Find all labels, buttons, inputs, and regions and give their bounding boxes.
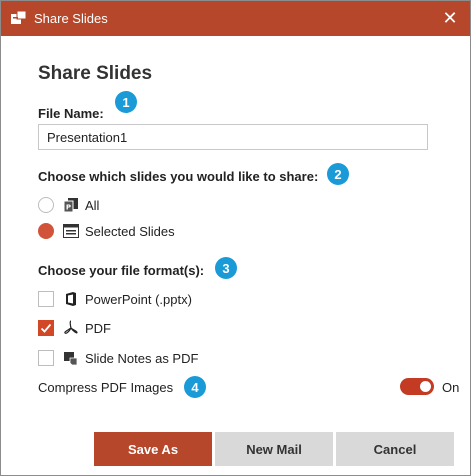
step-badge-1: 1 bbox=[115, 91, 137, 113]
cancel-button[interactable]: Cancel bbox=[336, 432, 454, 466]
checkbox[interactable] bbox=[38, 350, 54, 366]
close-icon[interactable]: ✕ bbox=[430, 1, 470, 36]
svg-text:P: P bbox=[66, 204, 71, 212]
checkbox-slide-notes[interactable]: Slide Notes as PDF bbox=[38, 347, 198, 369]
file-name-input[interactable] bbox=[38, 124, 428, 150]
compress-pdf-label: Compress PDF Images bbox=[38, 380, 174, 395]
checkbox-powerpoint[interactable]: PowerPoint (.pptx) bbox=[38, 288, 192, 310]
checkbox-pdf[interactable]: PDF bbox=[38, 317, 111, 339]
checkbox-label: PDF bbox=[85, 320, 111, 336]
new-mail-button[interactable]: New Mail bbox=[215, 432, 333, 466]
powerpoint-slides-icon: P bbox=[62, 196, 80, 214]
checkbox[interactable] bbox=[38, 291, 54, 307]
checkbox-label: Slide Notes as PDF bbox=[85, 350, 199, 366]
share-slides-app-icon bbox=[11, 10, 27, 24]
radio-label: Selected Slides bbox=[85, 223, 175, 239]
radio-selected-slides[interactable]: Selected Slides bbox=[38, 220, 175, 242]
checkbox-label: PowerPoint (.pptx) bbox=[85, 291, 192, 307]
radio-button[interactable] bbox=[38, 197, 54, 213]
step-badge-2: 2 bbox=[327, 163, 349, 185]
save-as-button[interactable]: Save As bbox=[94, 432, 212, 466]
toggle-knob bbox=[420, 381, 431, 392]
dialog-heading: Share Slides bbox=[38, 63, 153, 84]
toggle-state-label: On bbox=[442, 380, 460, 395]
compress-toggle[interactable] bbox=[400, 378, 434, 395]
window-title: Share Slides bbox=[34, 11, 108, 26]
slides-choice-label: Choose which slides you would like to sh… bbox=[38, 169, 319, 184]
checkbox-checked[interactable] bbox=[38, 320, 54, 336]
file-name-label: File Name: bbox=[38, 106, 104, 121]
slide-notes-icon bbox=[62, 349, 80, 367]
selected-slide-icon bbox=[62, 222, 80, 240]
radio-all-slides[interactable]: P All bbox=[38, 194, 99, 216]
radio-button-checked[interactable] bbox=[38, 223, 54, 239]
step-badge-4: 4 bbox=[184, 376, 206, 398]
office-icon bbox=[62, 290, 80, 308]
title-bar: Share Slides ✕ bbox=[1, 1, 470, 36]
format-choice-label: Choose your file format(s): bbox=[38, 263, 205, 278]
step-badge-3: 3 bbox=[215, 257, 237, 279]
pdf-icon bbox=[62, 319, 80, 337]
radio-label: All bbox=[85, 197, 100, 213]
share-slides-dialog: Share Slides ✕ Share Slides File Name: 1… bbox=[0, 0, 471, 476]
